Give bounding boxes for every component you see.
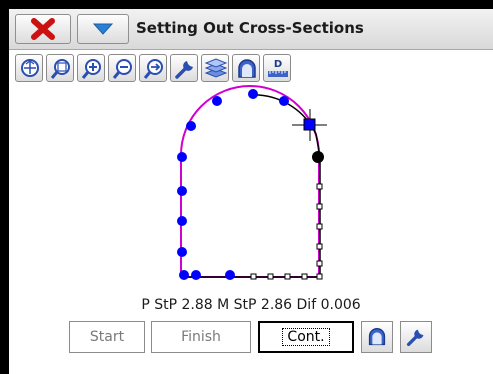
cont-button[interactable]: Cont.: [258, 321, 354, 353]
wrench-settings-button[interactable]: [400, 321, 432, 353]
tunnel-profile-icon: [368, 328, 386, 346]
current-point: [312, 151, 324, 163]
measured-point: [212, 96, 222, 106]
start-button[interactable]: Start: [69, 321, 145, 353]
measured-points: [177, 89, 289, 280]
measured-point: [248, 89, 258, 99]
design-profile-line: [180, 85, 320, 278]
scan-points: [250, 183, 323, 280]
scan-profile-line: [187, 94, 321, 278]
measured-point: [225, 270, 235, 280]
cont-button-label: Cont.: [282, 328, 330, 346]
tunnel-view-button[interactable]: [361, 321, 393, 353]
measured-point: [191, 270, 201, 280]
settings-wrench-icon: [406, 329, 424, 347]
measured-point: [179, 270, 189, 280]
stake-readout: P StP 2.88 M StP 2.86 Dif 0.006: [141, 297, 361, 313]
measured-point: [177, 247, 187, 257]
measured-point: [279, 96, 289, 106]
measured-point: [186, 121, 196, 131]
measured-point: [177, 152, 187, 162]
measured-point: [177, 186, 187, 196]
finish-button[interactable]: Finish: [151, 321, 251, 353]
app-window: Setting Out Cross-Sections D P StP 2.88 …: [9, 9, 493, 374]
cross-section-canvas[interactable]: [9, 9, 493, 295]
target-crosshair-icon: [292, 109, 327, 141]
measured-point: [177, 216, 187, 226]
